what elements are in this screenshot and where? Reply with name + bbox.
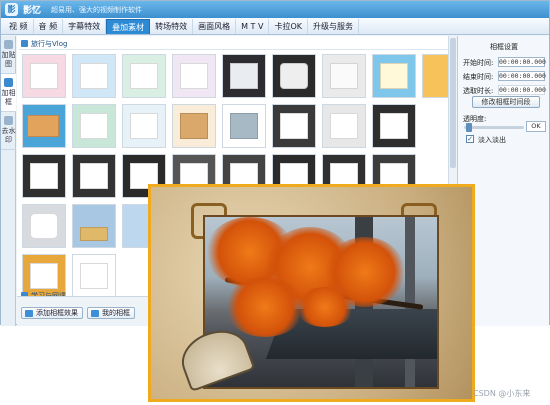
settings-title: 相框设置 [490, 43, 518, 51]
side-tab-watermark-label: 去水印 [1, 127, 16, 144]
frame-thumbnail[interactable] [22, 154, 66, 198]
csdn-watermark: CSDN @小东来 [473, 389, 531, 398]
frame-thumbnail[interactable] [272, 104, 316, 148]
tab-mtv[interactable]: M T V [236, 19, 270, 34]
frame-preview-image [148, 184, 475, 402]
opacity-slider[interactable] [464, 123, 524, 132]
frame-thumbnail[interactable] [22, 54, 66, 98]
opacity-slider-knob[interactable] [466, 123, 472, 132]
frame-thumbnail[interactable] [72, 204, 116, 248]
maple-leaves [295, 287, 355, 327]
start-time-label: 开始时间: [463, 59, 494, 67]
tab-subtitle-effects[interactable]: 字幕特效 [63, 19, 107, 34]
main-tab-bar: 视 频 音 频 字幕特效 叠加素材 转场特效 画面风格 M T V 卡拉OK 升… [1, 18, 549, 35]
app-logo-icon: 影 [5, 3, 18, 16]
frame-thumbnail[interactable] [372, 104, 416, 148]
frame-icon [4, 78, 13, 87]
side-tab-sticker[interactable]: 加贴图 [1, 36, 16, 74]
add-frame-icon [25, 310, 33, 317]
watermark-icon [4, 116, 13, 125]
sticker-icon [4, 40, 13, 49]
fade-label: 淡入淡出 [478, 136, 506, 144]
section-header-travel[interactable]: 旅行与Vlog [19, 38, 455, 50]
side-tab-frame-label: 加相框 [1, 89, 16, 106]
side-tab-frame[interactable]: 加相框 [1, 74, 16, 112]
frame-thumbnail[interactable] [422, 54, 450, 98]
frame-thumbnail[interactable] [322, 104, 366, 148]
side-tab-remove-watermark[interactable]: 去水印 [1, 112, 16, 150]
start-time-input[interactable]: 00:00:00.000 [498, 57, 546, 67]
section-travel-label: 旅行与Vlog [31, 39, 68, 48]
modify-frame-time-button[interactable]: 修改相框时间段 [472, 96, 540, 108]
frame-thumbnail[interactable] [72, 154, 116, 198]
frame-thumbnail[interactable] [72, 104, 116, 148]
app-tagline: 超易用、强大的视频制作软件 [51, 5, 143, 14]
tab-karaoke[interactable]: 卡拉OK [269, 19, 308, 34]
frame-thumbnail[interactable] [172, 104, 216, 148]
frame-thumbnail[interactable] [222, 54, 266, 98]
frame-thumbnail[interactable] [72, 54, 116, 98]
tab-picture-style[interactable]: 画面风格 [193, 19, 237, 34]
opacity-ok-button[interactable]: OK [526, 121, 546, 132]
frame-thumbnail[interactable] [22, 104, 66, 148]
tab-transitions[interactable]: 转场特效 [150, 19, 194, 34]
frame-thumbnail[interactable] [322, 54, 366, 98]
tab-audio[interactable]: 音 频 [34, 19, 64, 34]
fade-checkbox[interactable]: ✓ [466, 135, 474, 143]
add-frame-effect-button[interactable]: 添加相框效果 [21, 307, 83, 319]
end-time-label: 结束时间: [463, 73, 494, 81]
frame-thumbnail[interactable] [22, 204, 66, 248]
scrollbar-thumb[interactable] [450, 38, 456, 168]
frame-thumbnail[interactable] [122, 54, 166, 98]
end-time-input[interactable]: 00:00:00.000 [498, 71, 546, 81]
duration-value: 00:00:00.000 [498, 85, 546, 95]
side-tab-sticker-label: 加贴图 [1, 51, 16, 68]
collapse-icon [21, 40, 28, 47]
tab-overlay-material[interactable]: 叠加素材 [106, 19, 151, 34]
duration-label: 选取时长: [463, 87, 494, 95]
my-frames-button[interactable]: 我的相框 [87, 307, 135, 319]
add-frame-effect-label: 添加相框效果 [36, 309, 78, 317]
tab-video[interactable]: 视 频 [4, 19, 34, 34]
frame-thumbnail[interactable] [372, 54, 416, 98]
side-tab-bar: 加贴图 加相框 去水印 [1, 36, 16, 326]
frame-thumbnail[interactable] [272, 54, 316, 98]
my-frames-icon [91, 310, 99, 317]
frame-thumbnail[interactable] [222, 104, 266, 148]
frame-thumbnail[interactable] [172, 54, 216, 98]
frame-thumbnail[interactable] [122, 104, 166, 148]
title-bar: 影 影忆 超易用、强大的视频制作软件 [1, 1, 549, 18]
app-name: 影忆 [23, 6, 42, 16]
tab-upgrade-service[interactable]: 升级与服务 [308, 19, 359, 34]
maple-leaves [225, 277, 305, 337]
my-frames-label: 我的相框 [102, 309, 130, 317]
